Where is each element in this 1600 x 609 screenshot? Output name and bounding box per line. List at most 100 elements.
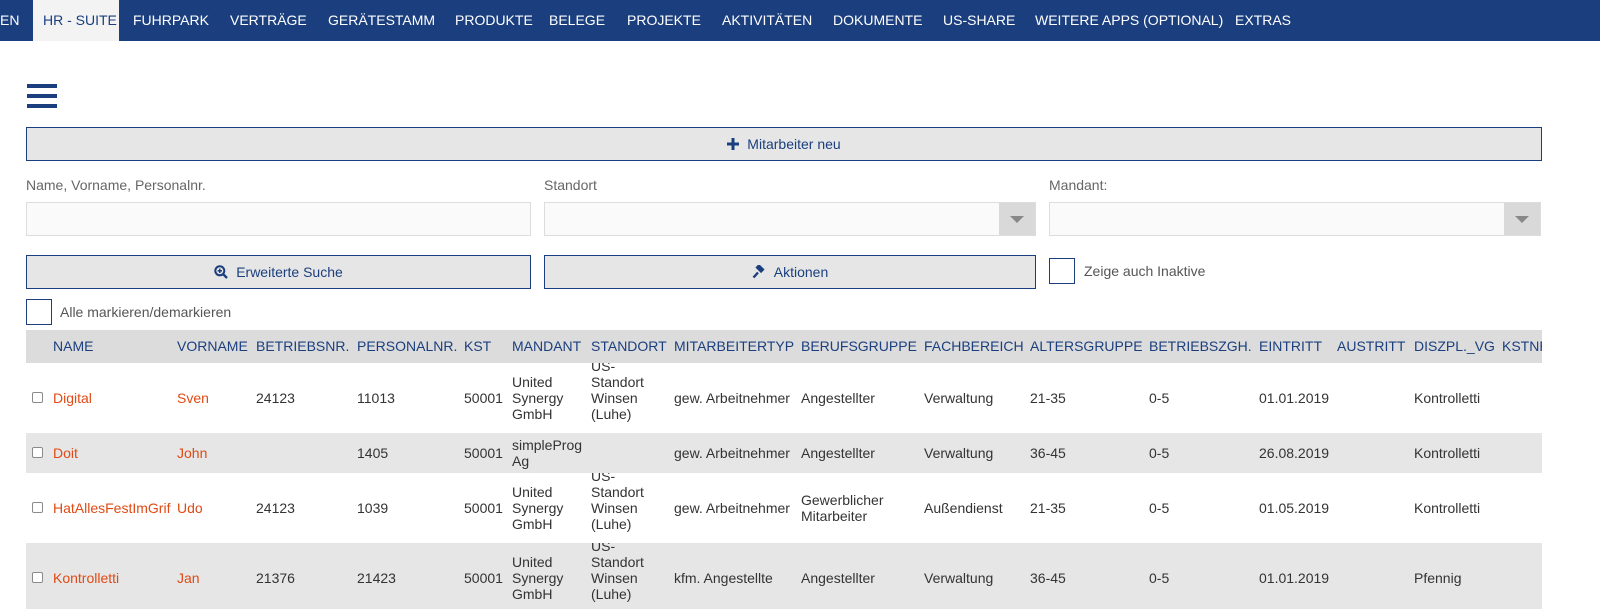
column-header-personalnr[interactable]: PERSONALNR.: [357, 330, 457, 363]
column-header-mandant[interactable]: MANDANT: [512, 330, 581, 363]
cell-diszpl-vg: Kontrolletti: [1414, 390, 1481, 406]
actions-button[interactable]: Aktionen: [544, 255, 1036, 289]
cell-betriebszgh: 0-5: [1149, 390, 1170, 406]
employee-name-link[interactable]: Digital: [53, 390, 92, 406]
cell-diszpl-vg: Kontrolletti: [1414, 500, 1481, 516]
column-header-betriebsnr[interactable]: BETRIEBSNR.: [256, 330, 349, 363]
cell-betriebsnr: 24123: [256, 390, 295, 406]
cell-betriebsnr: 24123: [256, 500, 295, 516]
column-header-standort[interactable]: STANDORT: [591, 330, 667, 363]
table-row[interactable]: Kontrolletti Jan 21376 21423 50001 Unite…: [26, 543, 1542, 609]
cell-diszpl-vg: Kontrolletti: [1414, 445, 1481, 461]
column-header-eintritt[interactable]: EINTRITT: [1259, 330, 1322, 363]
hamburger-menu-icon[interactable]: [27, 84, 57, 110]
table-row[interactable]: HatAllesFestImGrif Udo 24123 1039 50001 …: [26, 473, 1542, 543]
nav-item-geraetestamm[interactable]: GERÄTESTAMM: [328, 0, 435, 41]
actions-label: Aktionen: [773, 264, 829, 280]
chevron-down-icon: [999, 203, 1035, 235]
cell-personalnr: 11013: [357, 390, 395, 406]
cell-mitarbeitertyp: gew. Arbeitnehmer: [674, 390, 790, 406]
column-header-mitarbeitertyp[interactable]: MITARBEITERTYP: [674, 330, 794, 363]
column-header-kst[interactable]: KST: [464, 330, 491, 363]
cell-standort: US-Standort Winsen (Luhe): [591, 543, 644, 602]
top-navigation: EN HR - SUITE FUHRPARK VERTRÄGE GERÄTEST…: [0, 0, 1600, 41]
row-checkbox[interactable]: [32, 447, 43, 458]
cell-personalnr: 1039: [357, 500, 389, 516]
extended-search-button[interactable]: Erweiterte Suche: [26, 255, 531, 289]
cell-eintritt: 01.01.2019: [1259, 390, 1330, 406]
client-select[interactable]: [1049, 202, 1541, 236]
cell-fachbereich: Verwaltung: [924, 390, 994, 406]
cell-altersgruppe: 21-35: [1030, 390, 1066, 406]
location-select[interactable]: [544, 202, 1036, 236]
cell-altersgruppe: 21-35: [1030, 500, 1066, 516]
column-header-betriebszgh[interactable]: BETRIEBSZGH.: [1149, 330, 1252, 363]
nav-item-produkte[interactable]: PRODUKTE: [455, 0, 533, 41]
cell-kst: 50001: [464, 570, 503, 586]
cell-diszpl-vg: Pfennig: [1414, 570, 1462, 586]
employee-name-link[interactable]: HatAllesFestImGrif: [53, 500, 173, 516]
row-checkbox[interactable]: [32, 502, 43, 513]
cell-mitarbeitertyp: gew. Arbeitnehmer: [674, 500, 790, 516]
cell-betriebszgh: 0-5: [1149, 500, 1170, 516]
cell-standort: US-Standort Winsen (Luhe): [591, 363, 644, 422]
cell-eintritt: 26.08.2019: [1259, 445, 1330, 461]
column-header-name[interactable]: NAME: [53, 330, 93, 363]
nav-item-us-share[interactable]: US-SHARE: [943, 0, 1015, 41]
column-header-berufsgruppe[interactable]: BERUFSGRUPPE: [801, 330, 917, 363]
employee-name-link[interactable]: Kontrolletti: [53, 570, 119, 586]
nav-item-weitere-apps[interactable]: WEITERE APPS (OPTIONAL): [1035, 0, 1223, 41]
row-checkbox[interactable]: [32, 392, 43, 403]
cell-mandant: United Synergy GmbH: [512, 484, 564, 532]
nav-item-dokumente[interactable]: DOKUMENTE: [833, 0, 922, 41]
column-header-austritt[interactable]: AUSTRITT: [1337, 330, 1405, 363]
cell-kst: 50001: [464, 445, 503, 461]
cell-betriebszgh: 0-5: [1149, 445, 1170, 461]
column-header-diszpl-vg[interactable]: DISZPL._VG: [1414, 330, 1495, 363]
hamburger-bar: [27, 104, 57, 108]
select-all-label: Alle markieren/demarkieren: [60, 304, 232, 320]
nav-item-belege[interactable]: BELEGE: [549, 0, 605, 41]
employee-firstname-link[interactable]: John: [177, 445, 207, 461]
employee-firstname-link[interactable]: Sven: [177, 390, 209, 406]
table-row[interactable]: Digital Sven 24123 11013 50001 United Sy…: [26, 363, 1542, 433]
new-employee-button[interactable]: Mitarbeiter neu: [26, 127, 1542, 161]
nav-item-aktivitaeten[interactable]: AKTIVITÄTEN: [722, 0, 812, 41]
employee-firstname-link[interactable]: Udo: [177, 500, 203, 516]
nav-item-hr-suite[interactable]: HR - SUITE: [33, 0, 119, 41]
client-filter-label: Mandant:: [1049, 177, 1108, 193]
nav-item-fuhrpark[interactable]: FUHRPARK: [133, 0, 209, 41]
hamburger-bar: [27, 84, 57, 88]
cell-altersgruppe: 36-45: [1030, 570, 1066, 586]
nav-item-projekte[interactable]: PROJEKTE: [627, 0, 701, 41]
column-header-vorname[interactable]: VORNAME: [177, 330, 248, 363]
cell-fachbereich: Außendienst: [924, 500, 1003, 516]
cell-berufsgruppe: Angestellter: [801, 445, 875, 461]
cell-mitarbeitertyp: kfm. Angestellte: [674, 570, 773, 586]
cell-berufsgruppe: Angestellter: [801, 570, 875, 586]
cell-betriebszgh: 0-5: [1149, 570, 1170, 586]
gavel-icon: [752, 265, 765, 279]
name-filter-label: Name, Vorname, Personalnr.: [26, 177, 206, 193]
select-all-checkbox[interactable]: [26, 299, 52, 325]
chevron-down-icon: [1504, 203, 1540, 235]
nav-item-extras[interactable]: EXTRAS: [1235, 0, 1291, 41]
column-header-kstnr[interactable]: KSTNR: [1502, 330, 1542, 363]
column-header-altersgruppe[interactable]: ALTERSGRUPPE: [1030, 330, 1143, 363]
table-row[interactable]: Doit John 1405 50001 simpleProg Ag gew. …: [26, 433, 1542, 473]
employee-name-link[interactable]: Doit: [53, 445, 78, 461]
show-inactive-label: Zeige auch Inaktive: [1084, 263, 1206, 279]
plus-icon: [727, 138, 740, 150]
nav-item-vertraege[interactable]: VERTRÄGE: [230, 0, 307, 41]
column-header-fachbereich[interactable]: FACHBEREICH: [924, 330, 1024, 363]
name-search-input[interactable]: [26, 202, 531, 236]
new-employee-label: Mitarbeiter neu: [747, 136, 841, 152]
row-checkbox[interactable]: [32, 572, 43, 583]
nav-item-en[interactable]: EN: [0, 0, 19, 41]
cell-personalnr: 21423: [357, 570, 396, 586]
table-header: NAME VORNAME BETRIEBSNR. PERSONALNR. KST…: [26, 330, 1542, 363]
cell-standort: US-Standort Winsen (Luhe): [591, 473, 644, 532]
employee-firstname-link[interactable]: Jan: [177, 570, 200, 586]
show-inactive-checkbox[interactable]: [1049, 258, 1075, 284]
cell-fachbereich: Verwaltung: [924, 445, 994, 461]
